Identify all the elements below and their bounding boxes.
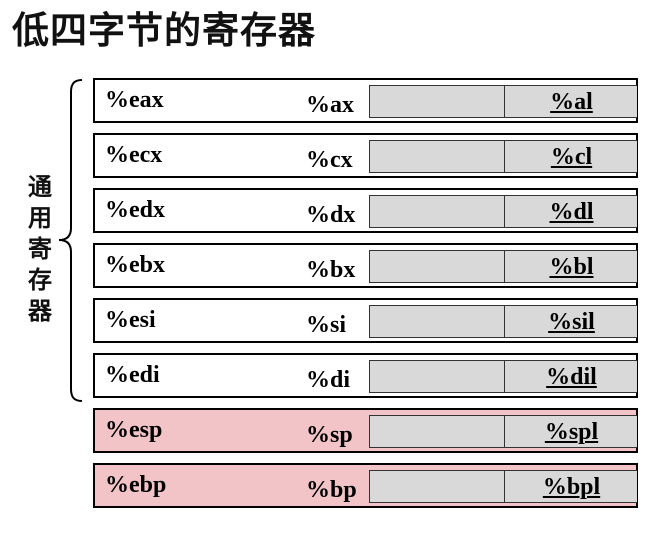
register-32bit-name: %eax — [105, 87, 164, 113]
register-32bit-name: %edx — [105, 197, 165, 223]
register-row-ecx: %ecx %cx %cl — [93, 133, 638, 178]
register-low-bytes-box: %spl — [369, 415, 637, 448]
page-title: 低四字节的寄存器 — [12, 9, 316, 52]
register-low-bytes-box: %al — [369, 85, 637, 118]
register-16bit-name: %dx — [306, 202, 356, 228]
register-32bit-name: %esi — [105, 307, 156, 333]
register-low-bytes-box: %bl — [369, 250, 637, 283]
register-row-eax: %eax %ax %al — [93, 78, 638, 123]
register-16bit-name: %sp — [306, 422, 353, 448]
register-16bit-name: %di — [306, 367, 351, 393]
register-32bit-name: %ebx — [105, 252, 165, 278]
register-row-edx: %edx %dx %dl — [93, 188, 638, 233]
register-16bit-name: %cx — [306, 147, 353, 173]
register-low-bytes-box: %cl — [369, 140, 637, 173]
register-row-esi: %esi %si %sil — [93, 298, 638, 343]
register-32bit-name: %esp — [105, 417, 163, 443]
register-32bit-name: %ebp — [105, 472, 167, 498]
register-16bit-name: %bp — [306, 477, 357, 503]
register-row-ebp: %ebp %bp %bpl — [93, 463, 638, 508]
register-16bit-name: %ax — [306, 92, 354, 118]
register-16bit-name: %bx — [306, 257, 356, 283]
general-purpose-brace — [58, 79, 83, 402]
register-8bit-name: %sil — [548, 309, 595, 335]
register-row-edi: %edi %di %dil — [93, 353, 638, 398]
register-8bit-name: %spl — [544, 419, 599, 445]
register-8bit-name: %dil — [546, 364, 597, 390]
register-low-bytes-box: %bpl — [369, 470, 637, 503]
register-row-esp: %esp %sp %spl — [93, 408, 638, 453]
general-purpose-registers-label: 通 用 寄 存 器 — [28, 173, 52, 325]
register-8bit-name: %al — [550, 89, 593, 115]
register-32bit-name: %ecx — [105, 142, 163, 168]
register-8bit-name: %bpl — [542, 474, 601, 500]
register-row-ebx: %ebx %bx %bl — [93, 243, 638, 288]
register-low-bytes-box: %sil — [369, 305, 637, 338]
register-16bit-name: %si — [306, 312, 347, 338]
register-8bit-name: %dl — [549, 199, 594, 225]
register-32bit-name: %edi — [105, 362, 160, 388]
register-low-bytes-box: %dl — [369, 195, 637, 228]
register-8bit-name: %bl — [549, 254, 594, 280]
register-low-bytes-box: %dil — [369, 360, 637, 393]
register-8bit-name: %cl — [550, 144, 593, 170]
